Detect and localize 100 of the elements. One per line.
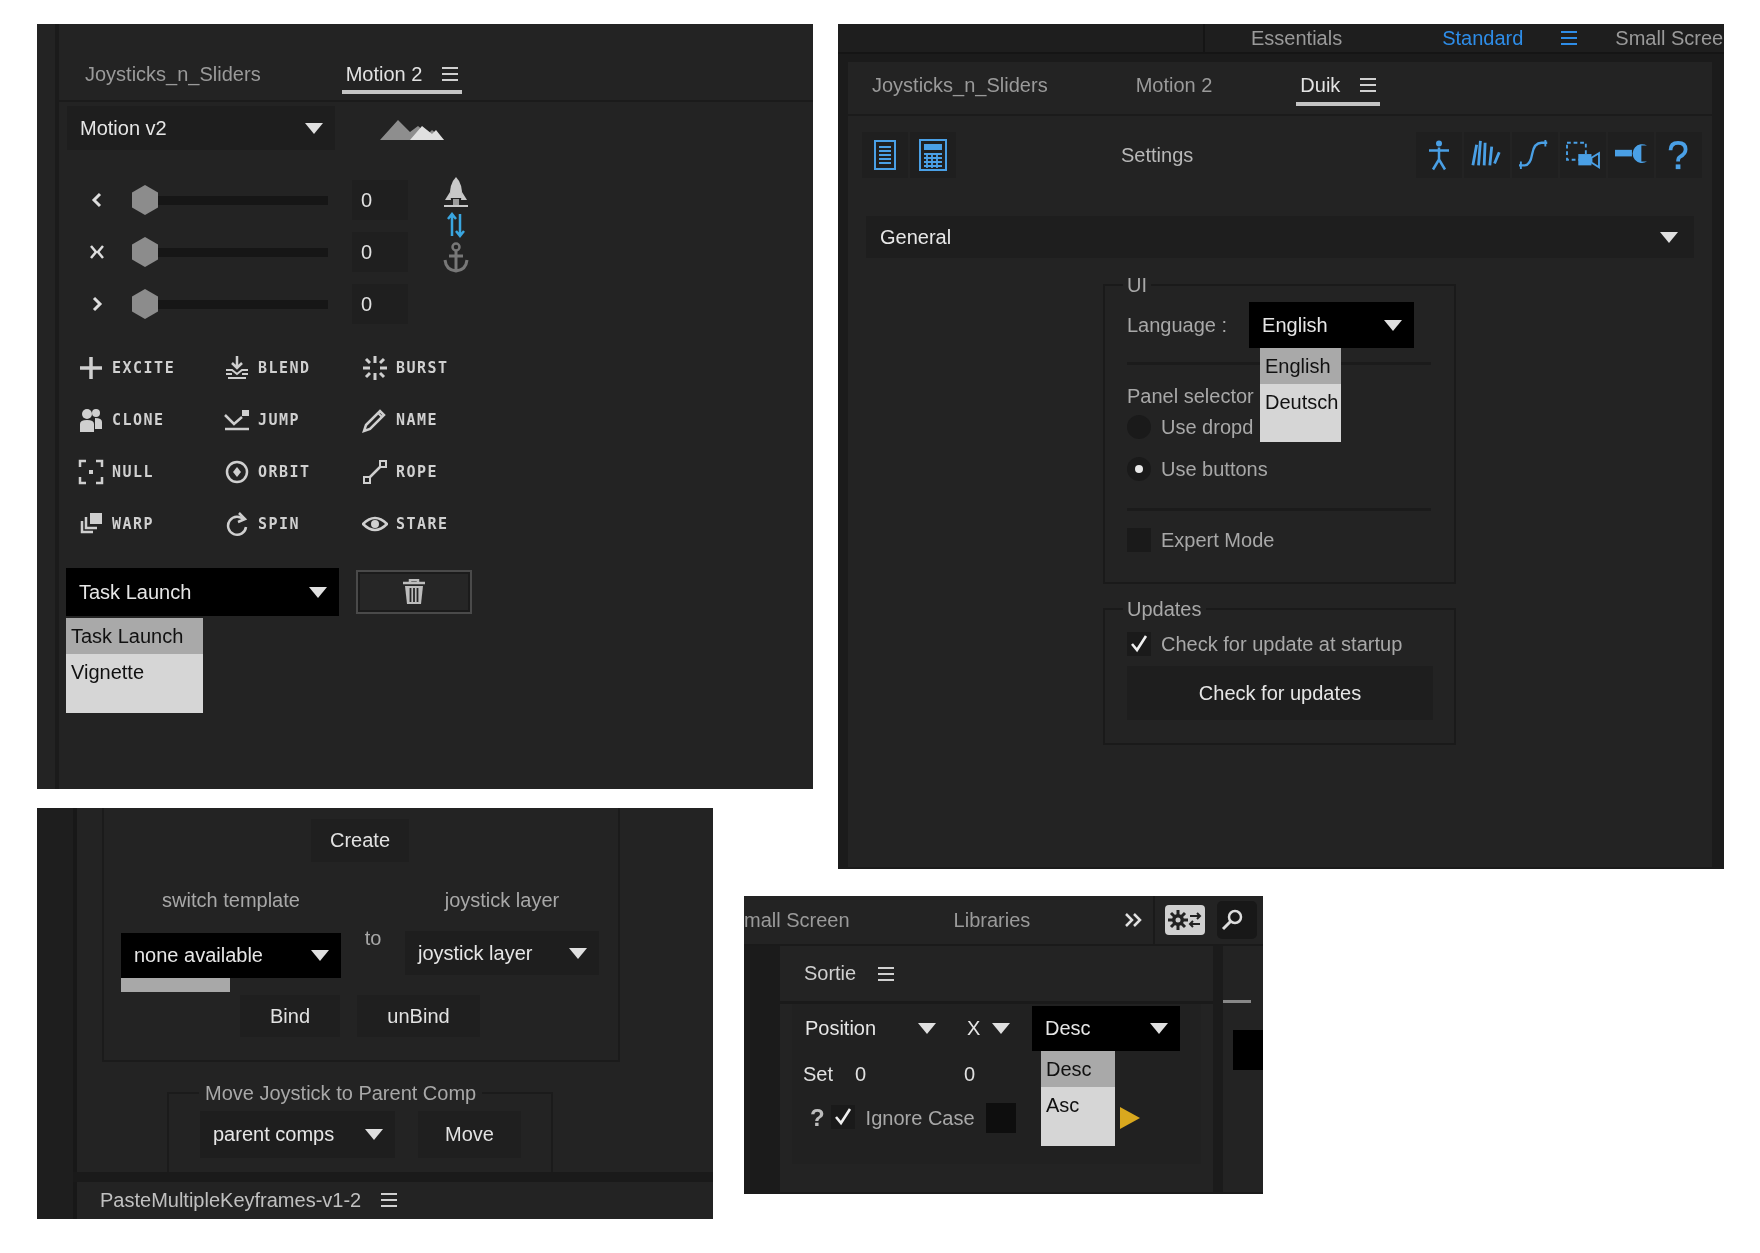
menu-icon[interactable] bbox=[1360, 78, 1377, 92]
check-updates-button[interactable]: Check for updates bbox=[1127, 666, 1433, 720]
calculator-button[interactable] bbox=[910, 132, 956, 178]
menu-icon[interactable] bbox=[878, 966, 895, 981]
target-icon bbox=[224, 459, 250, 485]
parent-comp-dropdown[interactable]: parent comps bbox=[200, 1111, 395, 1158]
tool-button[interactable]: EXCITE bbox=[78, 342, 176, 394]
panel-block bbox=[1233, 1030, 1263, 1070]
preset-dropdown[interactable]: Motion v2 bbox=[67, 106, 335, 150]
connector-label: to bbox=[363, 926, 383, 951]
slider-thumb[interactable] bbox=[132, 289, 158, 319]
tool-button[interactable]: SPIN bbox=[224, 498, 301, 550]
workspace-tab[interactable]: Libraries bbox=[953, 908, 1031, 932]
dropdown-option[interactable]: Vignette bbox=[66, 654, 203, 690]
unbind-button[interactable]: unBind bbox=[357, 995, 480, 1037]
tool-button[interactable]: STARE bbox=[362, 498, 449, 550]
value-field[interactable]: 0 bbox=[352, 284, 408, 324]
workspace-tab[interactable]: mall Screen bbox=[744, 908, 850, 932]
caret-icon bbox=[1149, 1022, 1168, 1034]
create-button[interactable]: Create bbox=[311, 819, 409, 862]
tool-button[interactable]: CLONE bbox=[78, 394, 165, 446]
language-dropdown[interactable]: English bbox=[1249, 302, 1415, 348]
task-dropdown[interactable]: Task Launch bbox=[66, 568, 339, 616]
bind-button[interactable]: Bind bbox=[240, 995, 340, 1037]
tool-button[interactable]: ORBIT bbox=[224, 446, 311, 498]
order-dropdown[interactable]: Desc bbox=[1031, 1005, 1180, 1051]
property-dropdown[interactable]: Position bbox=[791, 1006, 948, 1050]
dropdown-option[interactable]: Deutsch bbox=[1260, 384, 1341, 420]
figure-button[interactable] bbox=[1416, 132, 1462, 178]
link-icon bbox=[362, 459, 388, 485]
tool-button[interactable]: BURST bbox=[362, 342, 449, 394]
workspace-tab[interactable]: Standard bbox=[1442, 26, 1524, 50]
section-header[interactable]: General bbox=[866, 216, 1694, 258]
calculator-icon bbox=[919, 139, 947, 171]
axis-dropdown[interactable]: X bbox=[953, 1006, 1022, 1050]
play-icon[interactable] bbox=[1119, 1107, 1140, 1129]
checkbox[interactable] bbox=[830, 1105, 855, 1129]
delete-button[interactable] bbox=[356, 570, 472, 614]
tab[interactable]: Motion 2 bbox=[1131, 68, 1217, 106]
rocket-icon[interactable] bbox=[443, 176, 469, 208]
value-field[interactable]: 0 bbox=[352, 232, 408, 272]
template-dropdown[interactable]: none available bbox=[121, 933, 341, 978]
notes-button[interactable] bbox=[862, 132, 908, 178]
radio-button[interactable] bbox=[1127, 457, 1151, 481]
camera-button[interactable] bbox=[1560, 132, 1606, 178]
checkbox[interactable] bbox=[1127, 632, 1151, 656]
workspace-tab[interactable]: Small Scree bbox=[1615, 26, 1724, 50]
tab-title[interactable]: PasteMultipleKeyframes-v1-2 bbox=[100, 1188, 362, 1212]
caret-icon bbox=[305, 122, 323, 134]
trash-icon bbox=[402, 579, 426, 605]
field-label: joystick layer bbox=[443, 888, 561, 913]
jump-icon bbox=[224, 407, 250, 433]
tool-button[interactable]: NAME bbox=[362, 394, 439, 446]
tab-title[interactable]: Sortie bbox=[803, 962, 857, 985]
search-button[interactable] bbox=[1217, 901, 1258, 939]
field-label: Set bbox=[802, 1062, 833, 1086]
download-icon bbox=[224, 355, 250, 381]
move-button[interactable]: Move bbox=[418, 1111, 521, 1158]
search-icon bbox=[1221, 909, 1244, 931]
workspace-settings-button[interactable] bbox=[1165, 905, 1206, 935]
arrows-icon[interactable] bbox=[447, 212, 465, 238]
option-label: Use buttons bbox=[1161, 457, 1268, 481]
plus-icon bbox=[78, 355, 104, 381]
option-label: Check for update at startup bbox=[1161, 632, 1403, 656]
tool-button[interactable]: ROPE bbox=[362, 446, 439, 498]
people-icon bbox=[78, 407, 104, 433]
wrench-button[interactable] bbox=[1608, 132, 1654, 178]
tool-button[interactable]: WARP bbox=[78, 498, 155, 550]
dropdown-option[interactable]: English bbox=[1260, 348, 1341, 384]
slider-thumb[interactable] bbox=[132, 185, 158, 215]
tab[interactable]: Duik bbox=[1296, 68, 1381, 106]
value-field[interactable]: 0 bbox=[854, 1062, 867, 1086]
help-button[interactable] bbox=[1656, 132, 1702, 178]
chevron-left-icon[interactable] bbox=[90, 192, 104, 208]
value-field[interactable]: 0 bbox=[964, 1062, 976, 1086]
workspace-tab[interactable]: Essentials bbox=[1251, 26, 1343, 50]
caret-icon bbox=[1660, 231, 1678, 243]
chevron-right-icon[interactable] bbox=[90, 296, 104, 312]
dropdown-option[interactable]: Asc bbox=[1040, 1087, 1115, 1123]
slider-thumb[interactable] bbox=[132, 237, 158, 267]
caret-icon bbox=[569, 947, 587, 959]
tool-button[interactable]: JUMP bbox=[224, 394, 301, 446]
menu-icon[interactable] bbox=[381, 1193, 398, 1207]
dropdown-option[interactable]: Task Launch bbox=[66, 618, 203, 654]
anchor-icon[interactable] bbox=[442, 242, 470, 274]
camera-icon bbox=[1565, 139, 1601, 171]
curve-button[interactable] bbox=[1512, 132, 1558, 178]
menu-icon[interactable] bbox=[442, 67, 459, 81]
menu-icon[interactable] bbox=[1561, 31, 1578, 45]
help-button[interactable]: ? bbox=[809, 1104, 825, 1132]
layer-dropdown[interactable]: joystick layer bbox=[405, 931, 599, 975]
tab[interactable]: Motion 2 bbox=[341, 58, 463, 94]
double-chevron-icon[interactable] bbox=[1124, 912, 1143, 928]
fan-button[interactable] bbox=[1464, 132, 1510, 178]
tab[interactable]: Joysticks_n_Sliders bbox=[868, 68, 1052, 106]
value-field[interactable]: 0 bbox=[352, 180, 408, 220]
dropdown-option[interactable]: Desc bbox=[1040, 1051, 1115, 1087]
tool-button[interactable]: NULL bbox=[78, 446, 155, 498]
tool-button[interactable]: BLEND bbox=[224, 342, 311, 394]
tab[interactable]: Joysticks_n_Sliders bbox=[81, 58, 265, 94]
